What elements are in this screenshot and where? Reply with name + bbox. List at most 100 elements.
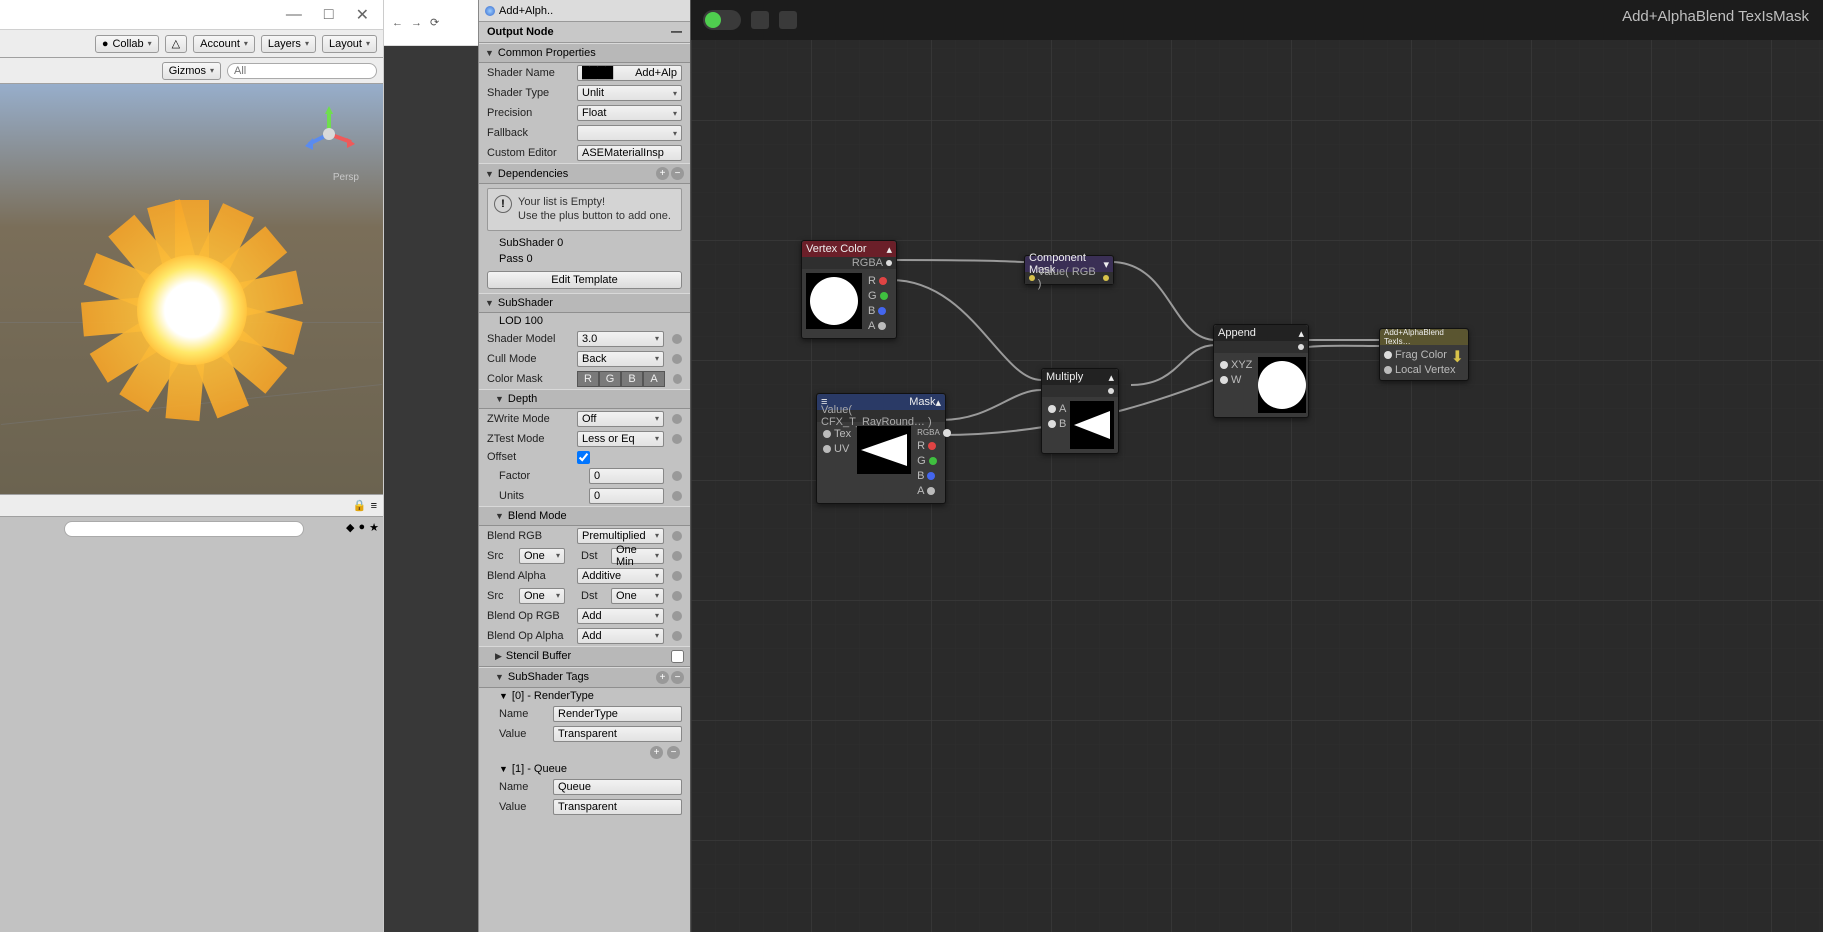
node-output[interactable]: Add+AlphaBlend TexIs… Frag Color Local V… xyxy=(1379,328,1469,381)
blend-op-rgb-dropdown[interactable]: Add▾ xyxy=(577,608,664,624)
add-tag-button[interactable]: + xyxy=(656,671,669,684)
color-mask-label: Color Mask xyxy=(487,373,573,385)
src-rgb-dropdown[interactable]: One▾ xyxy=(519,548,565,564)
add-dependency-button[interactable]: + xyxy=(656,167,669,180)
dst-alpha-dropdown[interactable]: One▾ xyxy=(611,588,664,604)
section-depth[interactable]: ▼Depth xyxy=(479,389,690,409)
reset-icon[interactable] xyxy=(672,611,682,621)
collapse-icon[interactable]: ▴ xyxy=(1108,371,1114,384)
label-icon[interactable]: ● xyxy=(358,521,365,534)
tag1-value-field[interactable]: Transparent xyxy=(553,799,682,815)
section-blend-mode[interactable]: ▼Blend Mode xyxy=(479,506,690,526)
node-mask-texture[interactable]: ≡Mask▴ Value( CFX_T_RayRound… ) Tex UV R… xyxy=(816,393,946,504)
units-field[interactable]: 0 xyxy=(589,488,664,504)
back-icon[interactable]: ← xyxy=(392,17,403,29)
account-dropdown[interactable]: Account▾ xyxy=(193,35,255,53)
shader-model-dropdown[interactable]: 3.0▾ xyxy=(577,331,664,347)
tag1-name-field[interactable]: Queue xyxy=(553,779,682,795)
reset-icon[interactable] xyxy=(672,571,682,581)
remove-dependency-button[interactable]: − xyxy=(671,167,684,180)
reset-icon[interactable] xyxy=(672,414,682,424)
collapse-icon[interactable]: ▴ xyxy=(1298,327,1304,340)
reload-icon[interactable]: ⟳ xyxy=(430,16,439,29)
save-icon[interactable]: ⬇ xyxy=(1451,347,1464,367)
tag0-name-field[interactable]: RenderType xyxy=(553,706,682,722)
blend-op-alpha-dropdown[interactable]: Add▾ xyxy=(577,628,664,644)
remove-tag-button[interactable]: − xyxy=(671,671,684,684)
colormask-r[interactable]: R xyxy=(577,371,599,387)
star-icon[interactable]: ★ xyxy=(369,521,379,534)
reset-icon[interactable] xyxy=(672,354,682,364)
blend-alpha-dropdown[interactable]: Additive▾ xyxy=(577,568,664,584)
shader-type-dropdown[interactable]: Unlit▾ xyxy=(577,85,682,101)
section-common-properties[interactable]: ▼Common Properties xyxy=(479,43,690,63)
offset-checkbox[interactable] xyxy=(577,451,590,464)
dst-rgb-dropdown[interactable]: One Min▾ xyxy=(611,548,664,564)
node-component-mask[interactable]: Component Mask▾ Value( RGB ) xyxy=(1024,255,1114,285)
custom-editor-field[interactable]: ASEMaterialInsp xyxy=(577,145,682,161)
filter-icon[interactable]: ◆ xyxy=(346,521,354,534)
tag-1-header[interactable]: ▼[1] - Queue xyxy=(479,761,690,777)
colormask-g[interactable]: G xyxy=(599,371,621,387)
section-subshader[interactable]: ▼SubShader xyxy=(479,293,690,313)
src-alpha-dropdown[interactable]: One▾ xyxy=(519,588,565,604)
node-graph-canvas[interactable]: Add+AlphaBlend TexIsMask Vertex Color▴ R… xyxy=(691,0,1823,932)
layers-dropdown[interactable]: Layers▾ xyxy=(261,35,316,53)
project-search-input[interactable] xyxy=(64,521,304,537)
colormask-a[interactable]: A xyxy=(643,371,665,387)
section-subshader-tags[interactable]: ▼SubShader Tags+− xyxy=(479,667,690,688)
gizmos-dropdown[interactable]: Gizmos▾ xyxy=(162,62,221,80)
section-stencil[interactable]: ▶Stencil Buffer xyxy=(479,646,690,667)
cull-mode-label: Cull Mode xyxy=(487,353,573,365)
live-toggle[interactable] xyxy=(703,10,741,30)
fallback-field[interactable]: ▾ xyxy=(577,125,682,141)
cull-mode-dropdown[interactable]: Back▾ xyxy=(577,351,664,367)
edit-template-button[interactable]: Edit Template xyxy=(487,271,682,289)
forward-icon[interactable]: → xyxy=(411,17,422,29)
orientation-gizmo-icon[interactable] xyxy=(299,104,359,164)
colormask-b[interactable]: B xyxy=(621,371,643,387)
remove-tag-button[interactable]: − xyxy=(667,746,680,759)
lock-icon[interactable]: 🔒 xyxy=(353,499,367,512)
units-label: Units xyxy=(499,490,585,502)
ztest-dropdown[interactable]: Less or Eq▾ xyxy=(577,431,664,447)
reset-icon[interactable] xyxy=(672,631,682,641)
menu-icon[interactable]: ≡ xyxy=(371,500,377,512)
collapse-icon[interactable]: ▴ xyxy=(886,243,892,256)
zwrite-dropdown[interactable]: Off▾ xyxy=(577,411,664,427)
perspective-label[interactable]: Persp xyxy=(333,172,359,183)
reset-icon[interactable] xyxy=(672,434,682,444)
tag0-value-field[interactable]: Transparent xyxy=(553,726,682,742)
reset-icon[interactable] xyxy=(672,591,682,601)
shader-name-field[interactable]: ████Add+Alp xyxy=(577,65,682,81)
factor-field[interactable]: 0 xyxy=(589,468,664,484)
inspector-tab[interactable]: Add+Alph.. xyxy=(479,0,690,22)
cloud-button[interactable]: △ xyxy=(165,35,187,53)
minimize-icon[interactable]: — xyxy=(286,6,302,24)
layout-dropdown[interactable]: Layout▾ xyxy=(322,35,377,53)
reset-icon[interactable] xyxy=(672,334,682,344)
toolbar-button[interactable] xyxy=(751,11,769,29)
add-tag-button[interactable]: + xyxy=(650,746,663,759)
section-dependencies[interactable]: ▼Dependencies+− xyxy=(479,163,690,184)
collab-dropdown[interactable]: ●Collab▾ xyxy=(95,35,159,53)
node-vertex-color[interactable]: Vertex Color▴ RGBA R G B A xyxy=(801,240,897,339)
reset-icon[interactable] xyxy=(672,471,682,481)
reset-icon[interactable] xyxy=(672,491,682,501)
scene-view[interactable]: Persp xyxy=(0,84,383,494)
node-multiply[interactable]: Multiply▴ A B xyxy=(1041,368,1119,454)
reset-icon[interactable] xyxy=(672,551,682,561)
node-append[interactable]: Append▴ XYZ W xyxy=(1213,324,1309,418)
blend-rgb-dropdown[interactable]: Premultiplied▾ xyxy=(577,528,664,544)
tag-0-header[interactable]: ▼[0] - RenderType xyxy=(479,688,690,704)
scene-search-input[interactable] xyxy=(227,63,377,79)
collapse-icon[interactable]: ▾ xyxy=(1103,258,1109,271)
stencil-checkbox[interactable] xyxy=(671,650,684,663)
factor-label: Factor xyxy=(499,470,585,482)
close-icon[interactable]: ✕ xyxy=(356,5,369,25)
maximize-icon[interactable]: □ xyxy=(324,6,334,24)
precision-dropdown[interactable]: Float▾ xyxy=(577,105,682,121)
toolbar-button[interactable] xyxy=(779,11,797,29)
reset-icon[interactable] xyxy=(673,374,682,384)
reset-icon[interactable] xyxy=(672,531,682,541)
